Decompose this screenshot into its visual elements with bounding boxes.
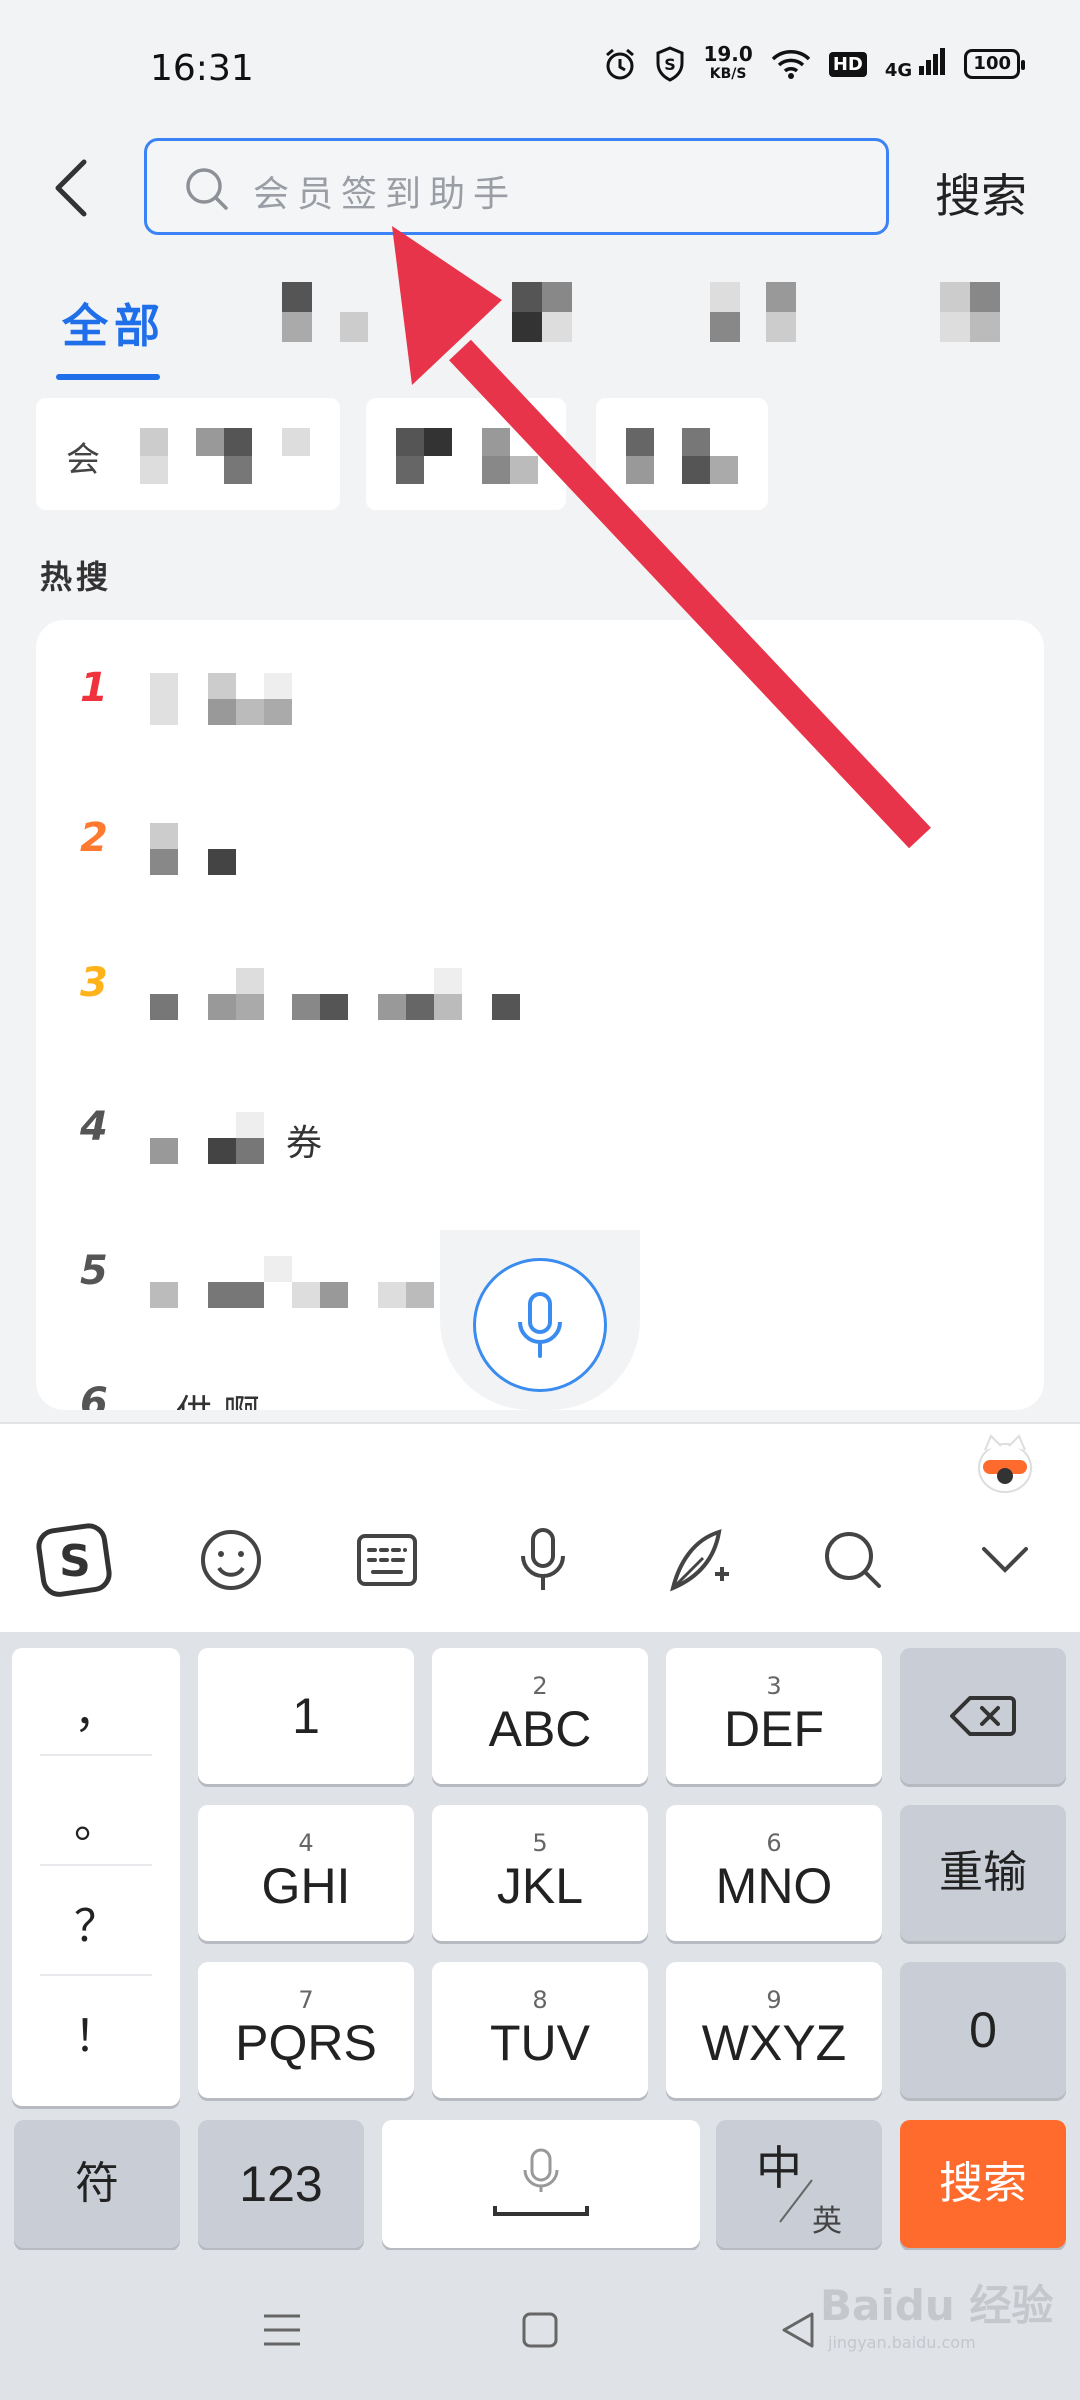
key-jkl[interactable]: 5 JKL [432, 1805, 648, 1941]
key-pqrs[interactable]: 7 PQRS [198, 1962, 414, 2098]
back-nav-icon[interactable] [778, 2310, 818, 2350]
hot-item[interactable]: 3 [80, 960, 980, 1030]
emoji-icon [201, 1530, 261, 1590]
svg-text:S: S [665, 55, 677, 74]
menu-icon[interactable] [262, 2310, 302, 2350]
tab-blurred-3[interactable] [710, 282, 800, 342]
clock: 16:31 [150, 48, 254, 89]
search-icon [186, 168, 228, 210]
chevron-down-icon [982, 1547, 1028, 1573]
ime-search-button[interactable] [808, 1520, 898, 1600]
back-arrow-icon[interactable] [50, 158, 94, 218]
search-button[interactable]: 搜索 [935, 160, 1027, 226]
hot-item-tail: 券 [286, 1123, 323, 1164]
rank-number: 3 [80, 960, 108, 1006]
chip-2[interactable] [366, 398, 566, 510]
reinput-key[interactable]: 重输 [900, 1805, 1066, 1941]
symbols-key[interactable]: 符 [14, 2120, 180, 2248]
punct-comma-key[interactable]: ， [12, 1676, 180, 1740]
hot-item-tail: 供 啊 [176, 1384, 259, 1410]
punctuation-column[interactable]: ， 。 ？ ！ [12, 1648, 180, 2106]
microphone-icon [521, 1528, 565, 1590]
hd-badge: HD [828, 51, 867, 77]
tab-blurred-1[interactable] [280, 282, 370, 342]
tab-blurred-4[interactable] [940, 282, 1030, 342]
home-icon[interactable] [520, 2310, 560, 2350]
sogou-logo-icon: S [36, 1523, 112, 1597]
baidu-watermark: Baidu 经验 jingyan.baidu.com [820, 2281, 1054, 2352]
key-0[interactable]: 0 [900, 1962, 1066, 2098]
key-wxyz[interactable]: 9 WXYZ [666, 1962, 882, 2098]
key-ghi[interactable]: 4 GHI [198, 1805, 414, 1941]
signal-bars-icon [919, 47, 946, 75]
punct-period-key[interactable]: 。 [12, 1786, 180, 1850]
rank-number: 6 [80, 1380, 108, 1410]
net-speed: 19.0 KB/S [703, 42, 753, 82]
status-icons: S 19.0 KB/S HD 4G 100 [603, 42, 1025, 84]
language-switch-key[interactable]: 中 英 [716, 2120, 882, 2248]
wifi-icon [771, 50, 811, 79]
numbers-key[interactable]: 123 [198, 2120, 364, 2248]
key-def[interactable]: 3 DEF [666, 1648, 882, 1784]
tab-indicator [56, 374, 160, 380]
backspace-key[interactable] [900, 1648, 1066, 1784]
quill-pen-icon [670, 1529, 729, 1592]
hot-item[interactable]: 4 券 [80, 1104, 980, 1174]
space-mic-icon [493, 2148, 589, 2216]
collapse-keyboard-button[interactable] [960, 1520, 1050, 1600]
rank-number: 5 [80, 1248, 108, 1294]
key-mno[interactable]: 6 MNO [666, 1805, 882, 1941]
handwriting-button[interactable] [654, 1520, 744, 1600]
microphone-icon [518, 1292, 562, 1358]
backspace-icon [950, 1696, 1016, 1736]
search-key[interactable]: 搜索 [900, 2120, 1066, 2248]
keyboard-switch-button[interactable] [342, 1520, 432, 1600]
key-1[interactable]: 1 [198, 1648, 414, 1784]
search-placeholder: 会员签到助手 [253, 174, 518, 215]
alarm-icon [606, 48, 635, 80]
tab-blurred-2[interactable] [510, 282, 600, 342]
hot-item[interactable]: 1 [80, 665, 980, 735]
emoji-button[interactable] [186, 1520, 276, 1600]
svg-text:S: S [59, 1536, 91, 1587]
space-key[interactable] [382, 2120, 700, 2248]
sogou-logo-button[interactable]: S [30, 1520, 120, 1600]
chip-1[interactable]: 会 [36, 398, 340, 510]
hot-item[interactable]: 2 [80, 815, 980, 885]
punct-exclaim-key[interactable]: ！ [12, 2000, 180, 2064]
search-input[interactable]: 会员签到助手 [144, 138, 889, 235]
tab-all[interactable]: 全部 [62, 290, 166, 356]
slash-divider-icon [779, 2179, 813, 2223]
voice-search-button[interactable] [473, 1258, 607, 1392]
rank-number: 4 [80, 1104, 108, 1150]
voice-input-button[interactable] [498, 1520, 588, 1600]
punct-question-key[interactable]: ？ [12, 1890, 180, 1954]
status-bar: 16:31 S 19.0 KB/S HD 4G 100 [0, 0, 1080, 130]
hot-search-title: 热搜 [40, 558, 113, 596]
signal-indicator: 4G [885, 47, 947, 81]
battery-indicator: 100 [964, 49, 1025, 79]
rank-number: 1 [80, 665, 108, 711]
mascot-icon[interactable] [975, 1432, 1035, 1496]
key-abc[interactable]: 2 ABC [432, 1648, 648, 1784]
search-icon [825, 1532, 881, 1588]
keyboard-icon [357, 1534, 417, 1586]
rank-number: 2 [80, 815, 108, 861]
chip-3[interactable] [596, 398, 768, 510]
key-tuv[interactable]: 8 TUV [432, 1962, 648, 2098]
shield-icon: S [656, 46, 684, 82]
